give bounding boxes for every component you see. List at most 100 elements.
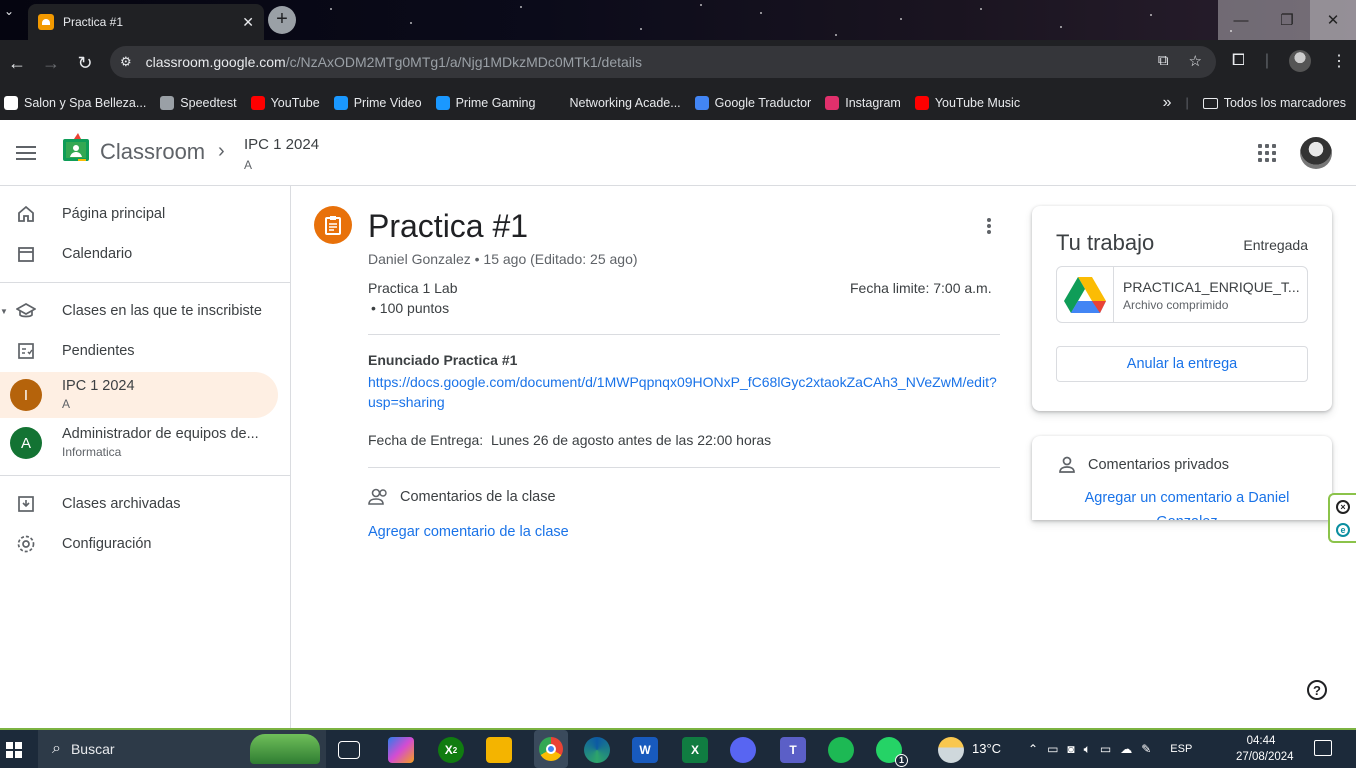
file-explorer-icon[interactable] [486, 737, 512, 763]
edge-icon[interactable] [584, 737, 610, 763]
bookmark-item[interactable]: Prime Gaming [435, 96, 535, 110]
sidebar-item-enrolled[interactable]: ▼ Clases en las que te inscribiste [0, 291, 278, 331]
main-menu-icon[interactable] [14, 143, 38, 163]
edge-extension-icon[interactable]: e [1336, 522, 1350, 537]
taskbar-search[interactable]: ⌕ Buscar [38, 730, 326, 768]
class-comments-header: Comentarios de la clase [368, 488, 556, 506]
bookmark-item[interactable]: Salon y Spa Belleza... [4, 96, 146, 110]
breadcrumb-section: A [244, 158, 253, 172]
weather-temp[interactable]: 13°C [972, 741, 1001, 756]
whatsapp-icon[interactable]: 1 [876, 737, 908, 767]
bookmark-item[interactable]: Prime Video [333, 96, 422, 110]
extension-widget[interactable]: × e [1328, 493, 1356, 543]
description-link[interactable]: https://docs.google.com/document/d/1MWPq… [368, 372, 1004, 412]
bookmark-label: YouTube [270, 96, 320, 110]
xbox-icon[interactable]: X2 [438, 737, 464, 763]
classroom-logo-icon[interactable] [62, 132, 90, 164]
tab-search-icon[interactable]: ⌄ [4, 4, 14, 18]
bookmark-item[interactable]: YouTube Music [914, 96, 1020, 110]
excel-icon[interactable]: X [682, 737, 708, 763]
address-bar[interactable]: ⚙ classroom.google.com/c/NzAxODM2MTg0MTg… [110, 46, 1216, 78]
restore-button[interactable]: ❐ [1264, 0, 1310, 40]
site-info-icon[interactable]: ⚙ [120, 54, 132, 70]
browser-menu-icon[interactable]: ⋮ [1331, 51, 1347, 71]
all-bookmarks-label: Todos los marcadores [1223, 96, 1346, 110]
sidebar-label: Configuración [62, 536, 152, 552]
sidebar-class-ipc[interactable]: I IPC 1 2024 A [0, 372, 278, 418]
word-icon[interactable]: W [632, 737, 658, 763]
clock[interactable]: 04:44 27/08/2024 [1236, 733, 1294, 765]
notification-center-icon[interactable] [1314, 740, 1332, 756]
add-private-comment-button[interactable]: Agregar un comentario a Daniel Gonzalez [1062, 486, 1312, 520]
app-name[interactable]: Classroom [100, 139, 205, 165]
minimize-button[interactable]: — [1218, 0, 1264, 40]
tab-title: Practica #1 [63, 15, 124, 29]
teams-icon[interactable]: T [780, 737, 806, 763]
lizard-widget-icon[interactable] [250, 734, 320, 764]
new-tab-button[interactable]: + [268, 6, 296, 34]
breadcrumb-class-name[interactable]: IPC 1 2024 [244, 136, 319, 153]
assignment-detail: Practica #1 Daniel Gonzalez • 15 ago (Ed… [291, 186, 1356, 728]
network-icon[interactable]: ▭ [1100, 742, 1111, 756]
extensions-icon[interactable]: ⧠ [1232, 52, 1245, 70]
browser-tab[interactable]: Practica #1 ✕ [28, 4, 264, 40]
onedrive-icon[interactable]: ☁ [1120, 742, 1132, 756]
clock-date: 27/08/2024 [1236, 751, 1294, 763]
user-avatar[interactable] [1300, 137, 1332, 169]
description-due-text: Fecha de Entrega: Lunes 26 de agosto ant… [368, 432, 772, 448]
attachment[interactable]: PRACTICA1_ENRIQUE_T... Archivo comprimid… [1056, 266, 1308, 323]
unsubmit-button[interactable]: Anular la entrega [1056, 346, 1308, 382]
back-icon[interactable]: ← [0, 46, 34, 80]
forward-icon[interactable]: → [34, 46, 68, 80]
bookmark-item[interactable]: Instagram [825, 96, 901, 110]
battery-icon[interactable]: ▭ [1047, 742, 1058, 756]
camera-icon[interactable]: ◙ [1067, 742, 1074, 756]
all-bookmarks-folder[interactable]: Todos los marcadores [1202, 96, 1346, 110]
sidebar-item-archived[interactable]: Clases archivadas [0, 484, 278, 524]
bookmark-label: Networking Acade... [569, 96, 681, 110]
bookmark-item[interactable]: Google Traductor [694, 96, 811, 110]
profile-avatar[interactable] [1288, 50, 1311, 72]
bookmark-favicon-icon [694, 96, 709, 110]
add-class-comment-button[interactable]: Agregar comentario de la clase [368, 524, 569, 540]
copilot-icon[interactable] [388, 737, 414, 763]
gear-icon [16, 534, 36, 554]
more-options-icon[interactable] [981, 216, 997, 236]
bookmark-favicon-icon [160, 96, 175, 110]
bookmarks-overflow-icon[interactable]: » [1163, 94, 1172, 112]
sidebar-item-settings[interactable]: Configuración [0, 524, 278, 564]
your-work-title: Tu trabajo [1056, 230, 1155, 255]
language-indicator[interactable]: ESP [1170, 743, 1192, 755]
close-icon[interactable]: × [1336, 499, 1350, 514]
close-window-button[interactable]: ✕ [1310, 0, 1356, 40]
windows-start-icon[interactable] [6, 742, 22, 758]
bookmark-label: Prime Video [353, 96, 422, 110]
discord-icon[interactable] [730, 737, 756, 763]
bookmark-item[interactable]: YouTube [250, 96, 320, 110]
assignment-icon [314, 206, 352, 244]
spotify-icon[interactable] [828, 737, 854, 763]
sidebar-item-calendar[interactable]: Calendario [0, 234, 278, 274]
class-initial-avatar: I [10, 379, 42, 411]
install-app-icon[interactable]: ⧉ [1158, 52, 1169, 70]
reload-icon[interactable]: ↻ [68, 46, 102, 80]
sidebar-item-todo[interactable]: Pendientes [0, 331, 278, 371]
bookmark-star-icon[interactable]: ☆ [1189, 52, 1202, 70]
task-view-icon[interactable] [338, 741, 360, 759]
chrome-taskbar-button[interactable] [534, 730, 568, 768]
bookmark-item[interactable]: Speedtest [160, 96, 237, 110]
pen-icon[interactable]: ✎ [1141, 742, 1151, 756]
tray-expand-icon[interactable]: ⌃ [1028, 742, 1038, 756]
sidebar-class-admin[interactable]: A Administrador de equipos de... Informa… [0, 420, 278, 466]
weather-icon[interactable] [938, 737, 964, 763]
archive-icon [16, 494, 36, 514]
chrome-icon [539, 737, 563, 761]
close-tab-icon[interactable]: ✕ [242, 14, 254, 31]
bookmark-item[interactable]: Networking Acade... [549, 96, 681, 110]
volume-icon[interactable]: 🔈︎ [1084, 742, 1091, 757]
collapse-arrow-icon[interactable]: ▼ [0, 307, 8, 316]
help-icon[interactable]: ? [1307, 680, 1327, 700]
sidebar-item-home[interactable]: Página principal [0, 194, 278, 234]
class-section: Informatica [62, 445, 122, 459]
google-apps-icon[interactable] [1258, 144, 1276, 162]
